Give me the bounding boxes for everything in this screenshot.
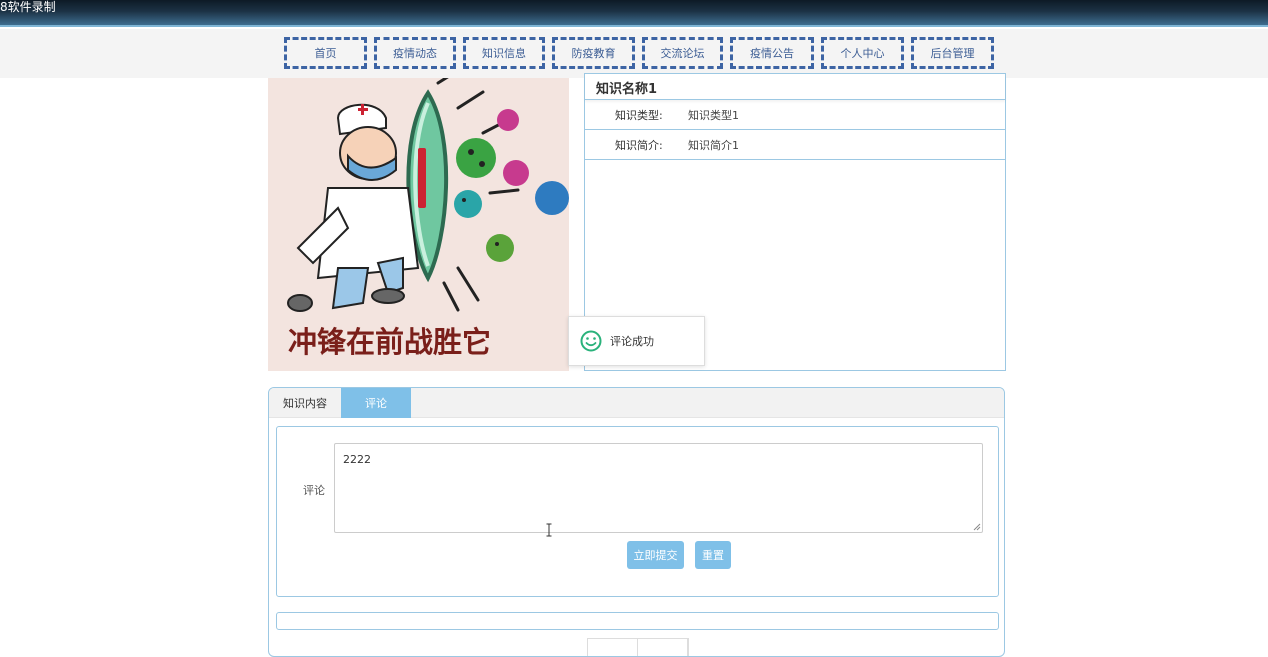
comment-label: 评论 [303,484,325,497]
knowledge-image: 冲锋在前战胜它 [268,78,569,371]
knowledge-intro-row: 知识简介: 知识简介1 [585,130,1005,160]
knowledge-tabs-panel: 知识内容 评论 评论 2222 立即提交 重置 [268,387,1005,657]
smile-icon [580,330,602,352]
nav-item-personal-center[interactable]: 个人中心 [821,37,904,69]
nav-item-announcements[interactable]: 疫情公告 [730,37,814,69]
resize-handle-icon[interactable] [973,523,981,531]
nav-menu: 首页 疫情动态 知识信息 防疫教育 交流论坛 疫情公告 个人中心 后台管理 [284,37,1001,69]
nav-item-epidemic-news[interactable]: 疫情动态 [374,37,456,69]
pagination [587,638,689,656]
pager-next[interactable] [638,639,688,656]
nav-bar: 首页 疫情动态 知识信息 防疫教育 交流论坛 疫情公告 个人中心 后台管理 [0,29,1268,78]
toast-message: 评论成功 [610,335,654,348]
poster-slogan: 冲锋在前战胜它 [288,325,491,359]
reset-button[interactable]: 重置 [695,541,731,569]
nav-item-prevention-education[interactable]: 防疫教育 [552,37,635,69]
comment-textarea[interactable]: 2222 [334,443,983,533]
success-toast: 评论成功 [568,316,705,366]
window-title-bar: 8软件录制 [0,0,1268,27]
recorder-watermark: 8软件录制 [0,0,56,14]
text-cursor-icon [546,523,552,537]
comment-text: 2222 [343,453,371,466]
nav-item-home[interactable]: 首页 [284,37,367,69]
tab-comments[interactable]: 评论 [341,388,411,418]
pager-prev[interactable] [588,639,638,656]
nav-item-knowledge[interactable]: 知识信息 [463,37,545,69]
knowledge-intro-label: 知识简介: [615,138,663,152]
comment-list [276,612,999,630]
tab-knowledge-content[interactable]: 知识内容 [269,388,341,418]
nav-item-forum[interactable]: 交流论坛 [642,37,723,69]
knowledge-type-label: 知识类型: [615,108,663,122]
knowledge-intro-value: 知识简介1 [688,138,739,152]
nav-item-admin[interactable]: 后台管理 [911,37,994,69]
submit-comment-button[interactable]: 立即提交 [627,541,684,569]
comment-form: 评论 2222 立即提交 重置 [276,426,999,597]
tab-bar: 知识内容 评论 [269,388,1004,418]
knowledge-type-row: 知识类型: 知识类型1 [585,100,1005,130]
knowledge-type-value: 知识类型1 [688,108,739,122]
knowledge-title: 知识名称1 [585,74,1005,100]
